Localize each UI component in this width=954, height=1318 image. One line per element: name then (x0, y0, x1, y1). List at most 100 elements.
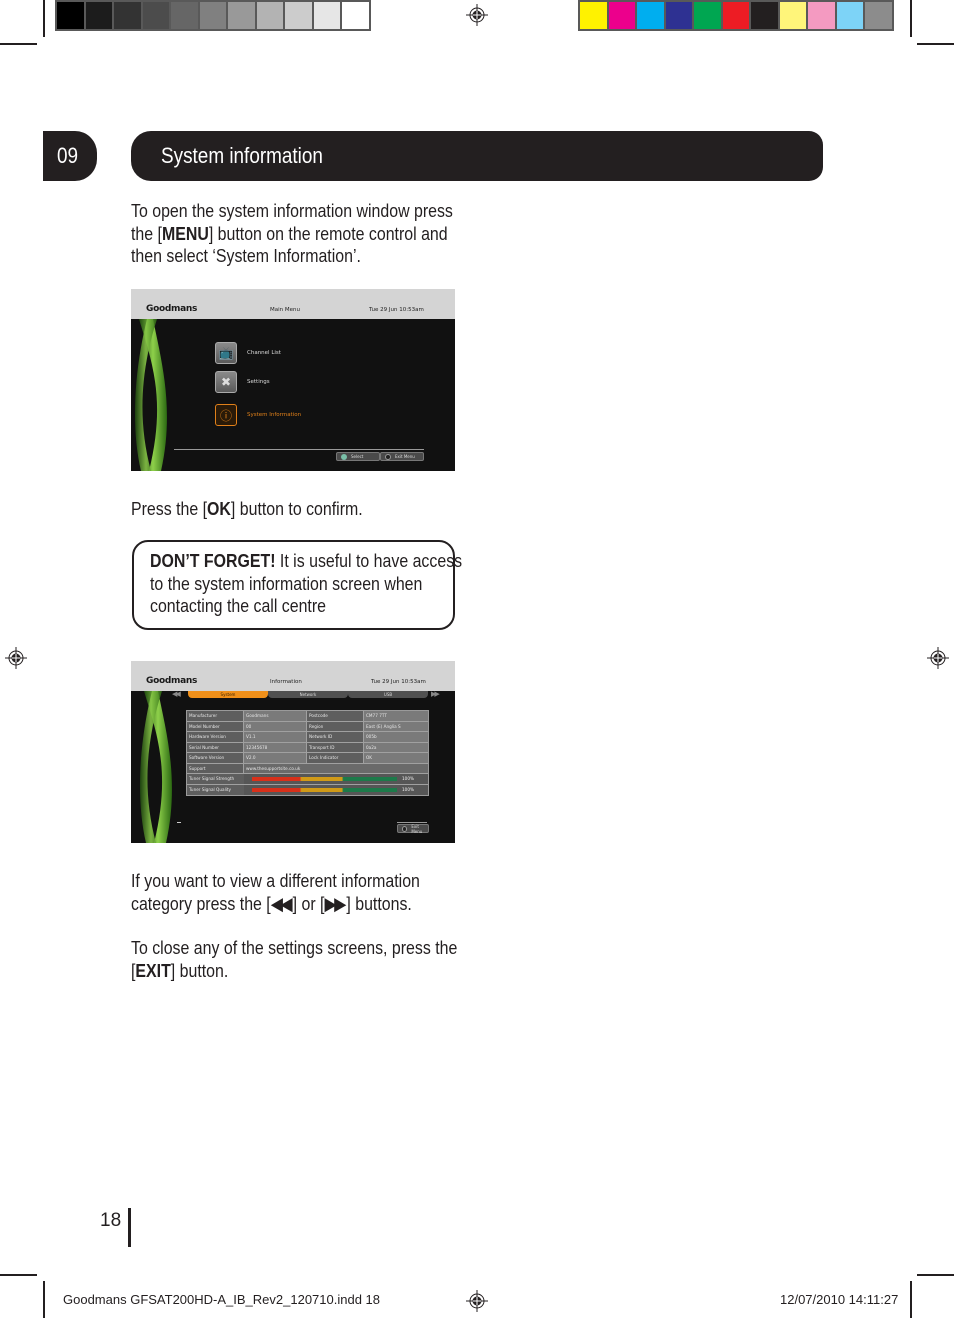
crop-mark (910, 1281, 912, 1318)
crop-mark (917, 43, 954, 45)
confirm-paragraph: Press the [OK] button to confirm. (131, 498, 471, 521)
nav-line: category press the [◀◀] or [▶▶] buttons. (131, 893, 412, 916)
crop-mark (910, 0, 912, 37)
registration-mark-icon (466, 1290, 488, 1312)
text: ] or [ (292, 892, 325, 914)
text: Press the [ (131, 498, 208, 519)
tools-icon: ✖ (215, 371, 237, 393)
info-value: V2.0 (244, 753, 307, 763)
rewind-icon: ◀◀ (270, 892, 293, 914)
info-table-row: Manufacturer Goodmans Postcode CM77 7TT (187, 711, 428, 722)
screen-header: Goodmans Main Menu Tue 29 Jun 10:53am (131, 289, 455, 319)
color-swatch (665, 2, 692, 29)
screen-title: Main Menu (270, 307, 300, 313)
callout-line: to the system information screen when (150, 572, 423, 594)
color-swatch (85, 2, 112, 29)
page-number-rule (128, 1208, 131, 1247)
color-swatch (57, 2, 84, 29)
menu-key-label: MENU (161, 222, 209, 244)
tab-usb[interactable]: USB (348, 691, 428, 698)
info-label: Transport ID (307, 742, 364, 752)
confirm-line: Press the [OK] button to confirm. (131, 498, 363, 521)
crop-mark (43, 0, 45, 37)
callout-line: DON’T FORGET! It is useful to have acces… (150, 550, 462, 573)
menu-item-settings[interactable]: ✖ Settings (215, 371, 270, 393)
info-table-row: Model Number 00 Region East (E) Anglia S (187, 721, 428, 732)
rewind-tab-icon[interactable]: ◀◀ (172, 690, 181, 698)
menu-item-system-information[interactable]: ⓘ System Information (215, 404, 301, 426)
system-info-table: Manufacturer Goodmans Postcode CM77 7TT Mode… (186, 710, 429, 796)
process-color-bar (578, 0, 894, 31)
color-swatch (836, 2, 863, 29)
text: ] buttons. (346, 892, 412, 914)
crop-mark (0, 43, 37, 45)
info-icon: ⓘ (215, 404, 237, 426)
select-button[interactable]: Select (336, 452, 380, 461)
info-table-row: Support www.thesupportsite.co.uk (187, 763, 428, 774)
signal-bar (252, 787, 397, 792)
signal-bar-fill (252, 776, 397, 781)
text: category press the [ (131, 892, 271, 914)
color-swatch (779, 2, 806, 29)
tab-system[interactable]: System (188, 691, 268, 698)
ok-icon (341, 453, 347, 460)
screen-clock: Tue 29 Jun 10:53am (369, 307, 424, 313)
signal-meter: 100% (244, 785, 428, 796)
info-value: East (E) Anglia S (364, 721, 428, 731)
leaf-graphic (134, 319, 167, 471)
main-menu-screenshot: Goodmans Main Menu Tue 29 Jun 10:53am 📺 … (131, 289, 455, 471)
brand-logo: Goodmans (146, 676, 198, 686)
button-label: Exit Menu (411, 823, 423, 834)
info-label: Network ID (307, 732, 364, 742)
crop-mark (917, 1274, 954, 1276)
signal-label: Tuner Signal Quality (187, 784, 244, 795)
color-swatch (171, 2, 198, 29)
menu-item-label: Channel List (247, 350, 281, 356)
section-number-badge: 09 (43, 131, 97, 181)
close-line: To close any of the settings screens, pr… (131, 937, 458, 958)
color-swatch (114, 2, 141, 29)
color-swatch (342, 2, 369, 29)
info-value: 00 (244, 721, 307, 731)
screen-title: Information (270, 679, 302, 685)
signal-percent: 100% (402, 787, 414, 793)
signal-label: Tuner Signal Strength (187, 774, 244, 784)
screen-clock: Tue 29 Jun 10:53am (371, 679, 426, 685)
close-line: [EXIT] button. (131, 960, 228, 983)
signal-percent: 100% (402, 776, 414, 782)
exit-key-label: EXIT (135, 959, 171, 981)
callout-heading: DON’T FORGET! (150, 550, 276, 571)
menu-item-label: Settings (247, 379, 270, 385)
exit-menu-button[interactable]: Exit Menu (397, 823, 429, 834)
signal-meter: 100% (244, 774, 428, 784)
color-swatch (808, 2, 835, 29)
color-swatch (608, 2, 635, 29)
date-slug: 12/07/2010 14:11:27 (780, 1292, 899, 1307)
section-title: System information (161, 143, 323, 168)
registration-mark-icon (927, 647, 949, 669)
button-label: Select (351, 454, 364, 459)
intro-line: the [MENU] button on the remote control … (131, 223, 448, 246)
registration-mark-icon (5, 647, 27, 669)
file-slug: Goodmans GFSAT200HD-A_IB_Rev2_120710.ind… (63, 1292, 381, 1307)
navigation-paragraph: If you want to view a different informat… (131, 870, 471, 915)
section-number: 09 (57, 143, 79, 168)
tab-network[interactable]: Network (268, 691, 348, 698)
info-value: Goodmans (244, 711, 307, 721)
intro-paragraph: To open the system information window pr… (131, 200, 471, 268)
info-value: V1.1 (244, 732, 307, 742)
info-table-row: Software Version V2.0 Lock Indicator OK (187, 753, 428, 764)
color-swatch (751, 2, 778, 29)
menu-item-label: System Information (247, 412, 302, 418)
info-label: Software Version (187, 753, 244, 763)
exit-icon (402, 825, 408, 832)
forward-icon: ▶▶ (324, 892, 346, 914)
tv-icon: 📺 (215, 342, 237, 364)
forward-tab-icon[interactable]: ▶▶ (431, 690, 440, 698)
exit-menu-button[interactable]: Exit Menu (380, 452, 424, 461)
menu-item-channel-list[interactable]: 📺 Channel List (215, 342, 281, 364)
support-url: www.thesupportsite.co.uk (244, 763, 428, 773)
info-label: Lock Indicator (307, 753, 364, 763)
info-label: Serial Number (187, 742, 244, 752)
color-swatch (285, 2, 312, 29)
